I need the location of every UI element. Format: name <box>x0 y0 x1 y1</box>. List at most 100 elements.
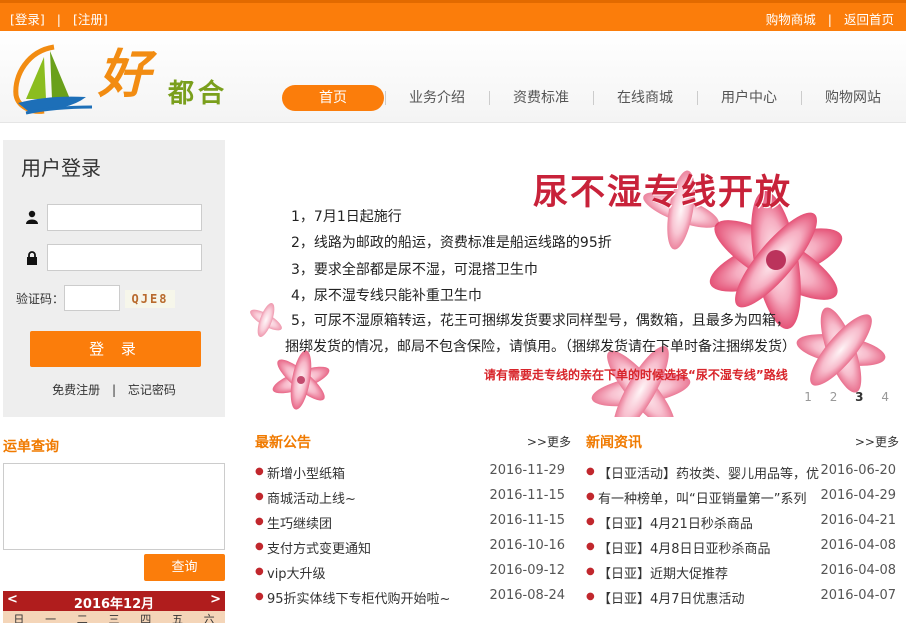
list-item-title[interactable]: 生巧继续团 <box>267 513 489 532</box>
bullet-icon: ● <box>255 591 264 602</box>
register-link[interactable]: [注册] <box>73 12 108 27</box>
bullet-icon: ● <box>586 466 595 477</box>
shop-link[interactable]: 购物商城 <box>766 12 816 27</box>
list-item[interactable]: ● 生巧继续团 2016-11-15 <box>255 513 565 538</box>
bullet-icon: ● <box>586 516 595 527</box>
banner-line: 3，要求全部都是尿不湿，可混搭卫生巾 <box>291 262 538 278</box>
query-button[interactable]: 查询 <box>144 554 225 581</box>
banner-line: 捆绑发货的情况，邮局不包含保险，请慎用。（捆绑发货请在下单时备注捆绑发货） <box>285 339 796 355</box>
list-item-title[interactable]: 【日亚】4月21日秒杀商品 <box>598 513 820 532</box>
nav-online-shop[interactable]: 在线商城 <box>597 85 693 111</box>
separator: | <box>827 12 832 27</box>
login-button[interactable]: 登 录 <box>30 331 201 367</box>
notices-section: 最新公告 >>更多 ● 新增小型纸箱 2016-11-29 ● 商城活动上线~ 2016… <box>255 430 571 607</box>
captcha-image[interactable]: QJE8 <box>125 290 175 308</box>
list-item[interactable]: ● 支付方式变更通知 2016-10-16 <box>255 538 565 563</box>
list-item[interactable]: ● 【日亚】4月21日秒杀商品 2016-04-21 <box>586 513 896 538</box>
lock-icon <box>27 251 37 265</box>
top-bar-left: [登录] | [注册] <box>10 9 108 28</box>
calendar-next-button[interactable]: > <box>210 592 221 607</box>
username-input[interactable] <box>47 204 202 231</box>
list-item-date: 2016-11-15 <box>489 513 565 528</box>
weekday: 五 <box>171 613 183 623</box>
list-item-date: 2016-09-12 <box>489 563 565 578</box>
nav-business[interactable]: 业务介绍 <box>389 85 485 111</box>
login-panel: 用户登录 验证码： QJE8 登 录 免费注册 | 忘记密码 <box>3 140 225 417</box>
list-item-title[interactable]: 有一种榜单，叫“日亚销量第一”系列 <box>598 488 820 507</box>
login-links: 免费注册 | 忘记密码 <box>3 381 225 398</box>
weekday: 四 <box>140 613 152 623</box>
notices-list: ● 新增小型纸箱 2016-11-29 ● 商城活动上线~ 2016-11-15 ● 生巧… <box>255 463 565 613</box>
news-title: 新闻资讯 <box>586 435 642 451</box>
captcha-input[interactable] <box>64 285 120 311</box>
list-item-title[interactable]: 新增小型纸箱 <box>267 463 489 482</box>
waybill-query-title: 运单查询 <box>3 439 59 455</box>
list-item-date: 2016-04-08 <box>820 538 896 553</box>
list-item-title[interactable]: 【日亚】4月7日优惠活动 <box>598 588 820 607</box>
news-more-link[interactable]: >>更多 <box>855 433 899 450</box>
back-home-link[interactable]: 返回首页 <box>844 12 894 27</box>
list-item[interactable]: ● 有一种榜单，叫“日亚销量第一”系列 2016-04-29 <box>586 488 896 513</box>
user-icon <box>26 210 38 224</box>
weekday: 三 <box>108 613 120 623</box>
banner-slider[interactable]: 尿不湿专线开放 1，7月1日起施行 2，线路为邮政的船运，资费标准是船运线路的9… <box>241 140 903 417</box>
list-item[interactable]: ● 新增小型纸箱 2016-11-29 <box>255 463 565 488</box>
forgot-password-link[interactable]: 忘记密码 <box>128 383 176 397</box>
banner-page-3[interactable]: 3 <box>855 390 863 404</box>
banner-page-4[interactable]: 4 <box>881 390 889 404</box>
banner-pager: 1 2 3 4 <box>790 390 889 404</box>
list-item[interactable]: ● 商城活动上线~ 2016-11-15 <box>255 488 565 513</box>
banner-page-1[interactable]: 1 <box>804 390 812 404</box>
list-item-title[interactable]: vip大升级 <box>267 563 489 582</box>
nav-user-center[interactable]: 用户中心 <box>701 85 797 111</box>
news-list: ● 【日亚活动】药妆类、婴儿用品等，优 2016-06-20 ● 有一种榜单，叫“日亚… <box>586 463 896 613</box>
list-item-date: 2016-04-07 <box>820 588 896 603</box>
nav-divider <box>385 91 386 105</box>
notices-header: 最新公告 >>更多 <box>255 430 571 454</box>
calendar-weekdays: 日 一 二 三 四 五 六 <box>3 611 225 623</box>
banner-page-2[interactable]: 2 <box>830 390 838 404</box>
calendar: < 2016年12月 > 日 一 二 三 四 五 六 <box>3 591 225 623</box>
banner-note: 请有需要走专线的亲在下单的时候选择“尿不湿专线”路线 <box>484 368 788 382</box>
weekday: 二 <box>76 613 88 623</box>
nav-pricing[interactable]: 资费标准 <box>493 85 589 111</box>
password-input[interactable] <box>47 244 202 271</box>
list-item-title[interactable]: 【日亚】4月8日日亚秒杀商品 <box>598 538 820 557</box>
separator: | <box>111 383 117 397</box>
login-title: 用户登录 <box>21 156 101 180</box>
bullet-icon: ● <box>255 491 264 502</box>
free-register-link[interactable]: 免费注册 <box>52 383 100 397</box>
weekday: 六 <box>203 613 215 623</box>
list-item-title[interactable]: 商城活动上线~ <box>267 488 489 507</box>
login-link[interactable]: [登录] <box>10 12 45 27</box>
list-item-title[interactable]: 支付方式变更通知 <box>267 538 489 557</box>
list-item[interactable]: ● 【日亚】4月8日日亚秒杀商品 2016-04-08 <box>586 538 896 563</box>
list-item[interactable]: ● 【日亚】4月7日优惠活动 2016-04-07 <box>586 588 896 613</box>
nav-divider <box>593 91 594 105</box>
nav-shopping-site[interactable]: 购物网站 <box>805 85 901 111</box>
banner-line: 4，尿不湿专线只能补重卫生巾 <box>291 288 482 304</box>
nav-home[interactable]: 首页 <box>282 85 384 111</box>
list-item-title[interactable]: 【日亚活动】药妆类、婴儿用品等，优 <box>598 463 820 482</box>
list-item-title[interactable]: 95折实体线下专柜代购开始啦~ <box>267 588 489 607</box>
weekday: 一 <box>45 613 57 623</box>
nav-divider <box>801 91 802 105</box>
calendar-month: 2016年12月 <box>73 597 155 612</box>
top-bar: [登录] | [注册] 购物商城 | 返回首页 <box>0 0 906 31</box>
captcha-label: 验证码： <box>16 292 65 306</box>
bullet-icon: ● <box>586 566 595 577</box>
site-logo[interactable]: 好 都合 <box>8 37 253 119</box>
list-item[interactable]: ● 95折实体线下专柜代购开始啦~ 2016-08-24 <box>255 588 565 613</box>
waybill-input[interactable] <box>3 463 225 550</box>
logo-text-hao: 好 <box>98 44 151 105</box>
list-item-date: 2016-11-15 <box>489 488 565 503</box>
weekday: 日 <box>13 613 25 623</box>
separator: | <box>56 12 61 27</box>
bullet-icon: ● <box>255 516 264 527</box>
notices-more-link[interactable]: >>更多 <box>527 433 571 450</box>
list-item[interactable]: ● vip大升级 2016-09-12 <box>255 563 565 588</box>
list-item[interactable]: ● 【日亚】近期大促推荐 2016-04-08 <box>586 563 896 588</box>
list-item[interactable]: ● 【日亚活动】药妆类、婴儿用品等，优 2016-06-20 <box>586 463 896 488</box>
banner-line: 2，线路为邮政的船运，资费标准是船运线路的95折 <box>291 235 612 251</box>
list-item-title[interactable]: 【日亚】近期大促推荐 <box>598 563 820 582</box>
